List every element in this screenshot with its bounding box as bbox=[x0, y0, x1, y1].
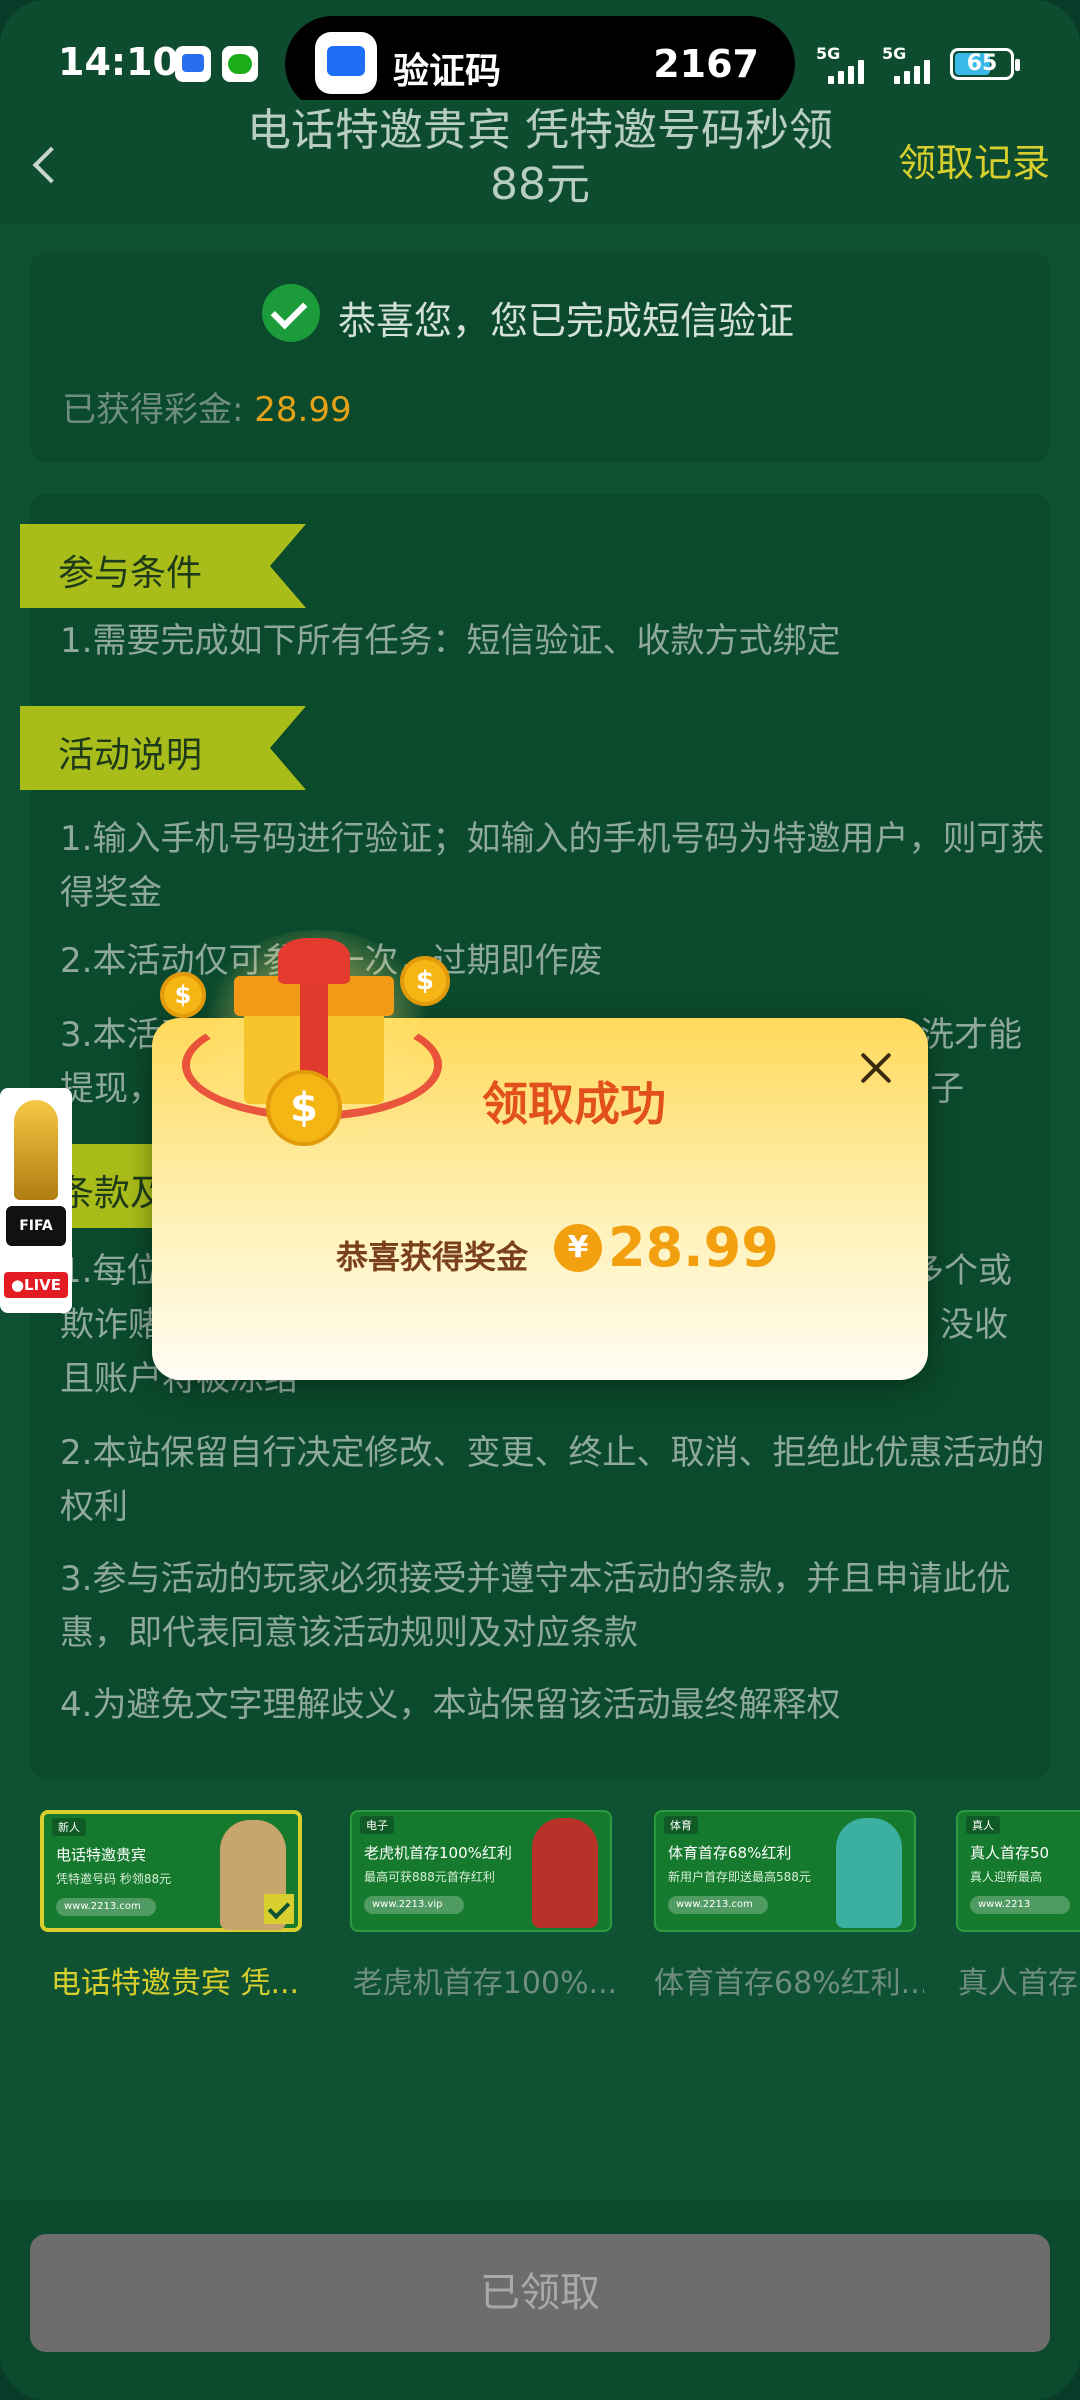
fifa-badge: FIFA bbox=[6, 1206, 66, 1246]
section-ribbon: 活动说明 bbox=[20, 706, 306, 790]
promo-banner-sub: 新用户首存即送最高588元 bbox=[668, 1870, 811, 1884]
promo-badge: 新人 bbox=[52, 1818, 86, 1836]
back-arrow-icon[interactable] bbox=[22, 140, 72, 190]
promo-banner-title: 电话特邀贵宾 bbox=[56, 1846, 147, 1864]
modal-message: 恭喜获得奖金 bbox=[336, 1238, 529, 1276]
coin-icon: $ bbox=[400, 956, 450, 1006]
rule-text-partial: 洗才能 bbox=[920, 1015, 1022, 1055]
wechat-icon bbox=[222, 46, 258, 82]
verification-message: 恭喜您，您已完成短信验证 bbox=[338, 299, 795, 343]
signal-icon: 5G bbox=[816, 44, 876, 84]
selected-check-icon bbox=[264, 1894, 294, 1924]
battery-percent: 65 bbox=[966, 51, 998, 76]
promo-banner-sub: 凭特邀号码 秒领88元 bbox=[56, 1872, 172, 1886]
header: 电话特邀贵宾 凭特邀号码秒领88元 领取记录 bbox=[0, 100, 1080, 225]
promo-badge: 体育 bbox=[664, 1816, 698, 1834]
promo-banner-title: 真人首存50 bbox=[970, 1844, 1050, 1862]
page: 14:10 验证码 2167 5G 5G 65 电话特邀贵宾 凭特邀号码秒领88… bbox=[0, 0, 1080, 2400]
page-title: 电话特邀贵宾 凭特邀号码秒领88元 bbox=[247, 105, 833, 210]
bonus-value: 28.99 bbox=[254, 390, 352, 430]
promo-banner-title: 体育首存68%红利 bbox=[668, 1844, 792, 1862]
promo-banner-url: www.2213 bbox=[970, 1896, 1070, 1914]
section-title: 参与条件 bbox=[58, 553, 203, 594]
coin-icon: $ bbox=[160, 972, 206, 1018]
promo-banner: 真人 真人首存50 真人迎新最高 www.2213 bbox=[956, 1810, 1080, 1932]
live-badge: ●LIVE bbox=[4, 1272, 68, 1298]
promo-card[interactable]: 真人 真人首存50 真人迎新最高 www.2213 真人首存 bbox=[956, 1800, 1080, 2010]
bonus-label: 已获得彩金: bbox=[62, 390, 244, 430]
dynamic-island[interactable]: 验证码 2167 bbox=[285, 16, 795, 112]
verification-code: 2167 bbox=[653, 42, 759, 86]
rule-text: 4.为避免文字理解歧义，本站保留该活动最终解释权 bbox=[60, 1685, 841, 1725]
yen-coin-icon: ¥ bbox=[554, 1224, 602, 1272]
rule-text-partial: 没收 bbox=[940, 1305, 1008, 1345]
claimed-button[interactable]: 已领取 bbox=[30, 2234, 1050, 2352]
modal-title: 领取成功 bbox=[482, 1077, 666, 1131]
check-circle-icon bbox=[262, 284, 320, 342]
promo-figure-image bbox=[836, 1818, 902, 1928]
status-time: 14:10 bbox=[58, 40, 179, 84]
modal-amount: 28.99 bbox=[608, 1216, 779, 1279]
promo-card[interactable]: 新人 电话特邀贵宾 凭特邀号码 秒领88元 www.2213.com 电话特邀贵… bbox=[40, 1800, 310, 2010]
rule-text: 1.输入手机号码进行验证；如输入的手机号码为特邀用户，则可获得奖金 bbox=[60, 819, 1045, 913]
rule-text-partial: 子 bbox=[930, 1069, 964, 1109]
bonus-line: 已获得彩金: 28.99 bbox=[62, 382, 352, 431]
rule-text: 1.需要完成如下所有任务：短信验证、收款方式绑定 bbox=[60, 621, 841, 661]
close-icon[interactable] bbox=[854, 1046, 898, 1090]
gift-box-icon: $ $ $ bbox=[160, 920, 452, 1150]
promo-badge: 真人 bbox=[966, 1816, 1000, 1834]
trophy-icon bbox=[14, 1100, 58, 1200]
battery-icon: 65 bbox=[950, 48, 1020, 80]
promo-banner-url: www.2213.com bbox=[668, 1896, 768, 1914]
rule-text: 3.参与活动的玩家必须接受并遵守本活动的条款，并且申请此优惠，即代表同意该活动规… bbox=[60, 1559, 1011, 1653]
promo-carousel[interactable]: 新人 电话特邀贵宾 凭特邀号码 秒领88元 www.2213.com 电话特邀贵… bbox=[0, 1800, 1080, 2010]
promo-card[interactable]: 电子 老虎机首存100%红利 最高可获888元首存红利 www.2213.vip… bbox=[350, 1800, 620, 2010]
promo-label: 电话特邀贵宾 凭... bbox=[50, 1966, 300, 2001]
promo-card[interactable]: 体育 体育首存68%红利 新用户首存即送最高588元 www.2213.com … bbox=[654, 1800, 924, 2010]
promo-banner-title: 老虎机首存100%红利 bbox=[364, 1844, 512, 1862]
section-title: 活动说明 bbox=[58, 735, 203, 776]
message-app-icon bbox=[315, 32, 377, 94]
promo-banner-url: www.2213.vip bbox=[364, 1896, 464, 1914]
signal-icon: 5G bbox=[882, 44, 942, 84]
promo-label: 真人首存 bbox=[958, 1966, 1078, 2001]
fifa-live-widget[interactable]: FIFA ●LIVE bbox=[0, 1088, 72, 1313]
promo-banner-sub: 最高可获888元首存红利 bbox=[364, 1870, 495, 1884]
messages-icon bbox=[175, 46, 211, 82]
coin-icon: $ bbox=[266, 1070, 342, 1146]
promo-label: 体育首存68%红利... bbox=[654, 1966, 924, 2001]
promo-banner-sub: 真人迎新最高 bbox=[970, 1870, 1043, 1884]
verification-card: 恭喜您，您已完成短信验证 已获得彩金: 28.99 bbox=[30, 252, 1050, 462]
promo-banner: 电子 老虎机首存100%红利 最高可获888元首存红利 www.2213.vip bbox=[350, 1810, 612, 1932]
promo-label: 老虎机首存100%... bbox=[352, 1966, 618, 2001]
rule-text: 2.本站保留自行决定修改、变更、终止、取消、拒绝此优惠活动的权利 bbox=[60, 1433, 1045, 1527]
promo-banner: 体育 体育首存68%红利 新用户首存即送最高588元 www.2213.com bbox=[654, 1810, 916, 1932]
island-title: 验证码 bbox=[393, 51, 502, 92]
promo-banner: 新人 电话特邀贵宾 凭特邀号码 秒领88元 www.2213.com bbox=[40, 1810, 302, 1932]
promo-banner-url: www.2213.com bbox=[56, 1898, 156, 1916]
rule-text-partial: 多个或 bbox=[910, 1251, 1012, 1291]
bottom-bar: 已领取 bbox=[0, 2200, 1080, 2400]
promo-figure-image bbox=[532, 1818, 598, 1928]
section-ribbon: 参与条件 bbox=[20, 524, 306, 608]
promo-badge: 电子 bbox=[360, 1816, 394, 1834]
claim-record-link[interactable]: 领取记录 bbox=[898, 132, 1050, 187]
section-title: 条款及 bbox=[58, 1173, 167, 1214]
